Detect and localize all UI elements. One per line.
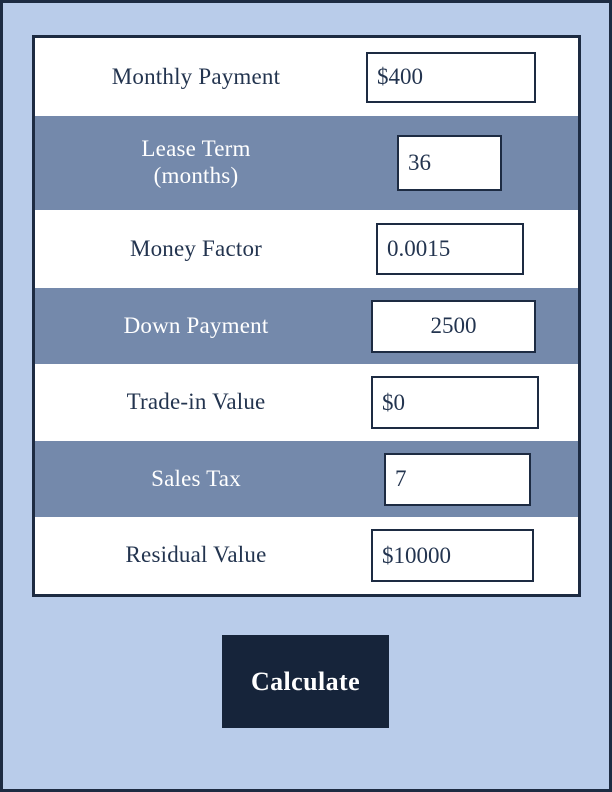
field-cell: 0.0015 <box>357 210 578 288</box>
calculate-button[interactable]: Calculate <box>222 635 389 728</box>
field-cell: 36 <box>357 116 578 210</box>
field-cell: $0 <box>357 364 578 441</box>
field-cell: 7 <box>357 441 578 517</box>
table-row: Down Payment 2500 <box>35 288 578 364</box>
field-cell: 2500 <box>357 288 578 364</box>
field-label-money-factor: Money Factor <box>129 235 263 261</box>
lease-input-table: Monthly Payment $400 Lease Term (months) … <box>32 35 581 597</box>
field-label-residual-value: Residual Value <box>125 542 267 568</box>
trade-in-value-input[interactable]: $0 <box>371 376 539 429</box>
table-row: Sales Tax 7 <box>35 441 578 517</box>
monthly-payment-input[interactable]: $400 <box>366 51 536 103</box>
table-row: Residual Value $10000 <box>35 517 578 594</box>
table-row: Trade-in Value $0 <box>35 364 578 441</box>
residual-value-input[interactable]: $10000 <box>371 529 534 582</box>
table-row: Monthly Payment $400 <box>35 38 578 116</box>
field-cell: $400 <box>357 38 578 116</box>
field-cell: $10000 <box>357 517 578 594</box>
field-label-sales-tax: Sales Tax <box>151 465 241 491</box>
field-label-down-payment: Down Payment <box>123 312 269 338</box>
table-row: Money Factor 0.0015 <box>35 210 578 288</box>
sales-tax-input[interactable]: 7 <box>384 452 531 506</box>
table-row: Lease Term (months) 36 <box>35 116 578 210</box>
down-payment-input[interactable]: 2500 <box>371 299 536 353</box>
field-label-trade-in-value: Trade-in Value <box>126 389 266 415</box>
money-factor-input[interactable]: 0.0015 <box>376 223 524 275</box>
field-label-monthly-payment: Monthly Payment <box>111 63 281 89</box>
field-label-lease-term: Lease Term (months) <box>141 136 251 188</box>
lease-calculator-page: Monthly Payment $400 Lease Term (months) … <box>0 0 612 792</box>
lease-term-input[interactable]: 36 <box>397 135 502 191</box>
